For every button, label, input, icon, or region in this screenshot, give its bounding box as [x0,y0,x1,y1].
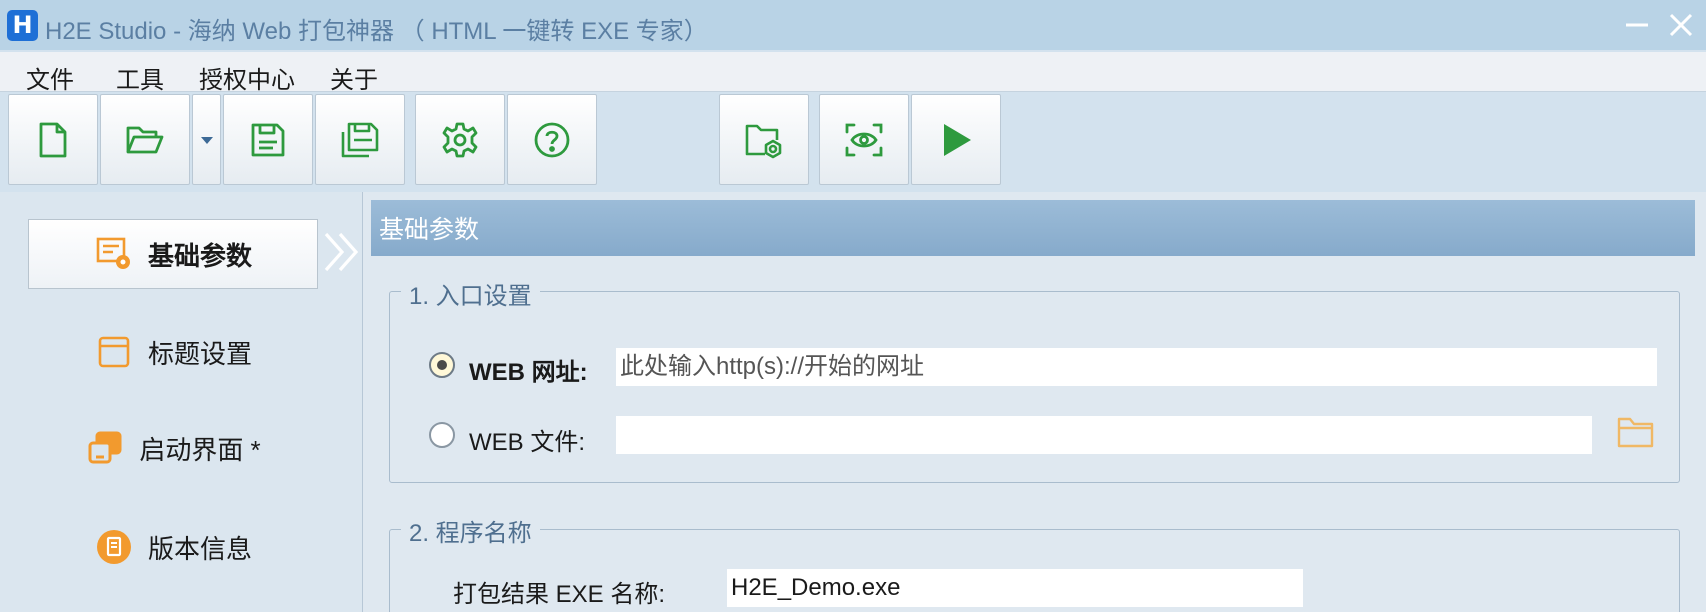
close-icon [1669,13,1693,37]
dropdown-arrow-icon [200,136,213,144]
open-recent-dropdown[interactable] [192,94,221,185]
menu-license-center[interactable]: 授权中心 [199,60,295,95]
save-icon [251,123,285,156]
open-button[interactable] [100,94,190,185]
run-play-icon [944,123,971,156]
save-as-icon [341,122,379,157]
help-icon [534,122,570,157]
web-url-radio[interactable] [429,352,455,378]
toolbar [0,92,1706,188]
nav-label-version-info: 版本信息 [147,533,252,564]
section-header: 基础参数 [371,200,1695,256]
web-file-radio[interactable] [429,422,455,448]
nav-item-title-settings[interactable]: 标题设置 [28,317,318,387]
nav-item-basic-params[interactable]: 基础参数 [28,219,318,289]
nav-item-version-info[interactable]: 版本信息 [28,512,318,582]
new-file-icon [39,122,67,157]
browse-folder-button[interactable] [1616,414,1656,450]
open-folder-icon [126,126,164,153]
new-button[interactable] [8,94,98,185]
nav-item-splash-screen[interactable]: 启动界面 * [28,413,318,483]
window-title: H2E Studio - 海纳 Web 打包神器 （ HTML 一键转 EXE … [45,18,708,45]
basic-params-icon [94,234,134,274]
exe-name-input[interactable] [727,569,1303,607]
help-button[interactable] [507,94,597,185]
minimize-button[interactable] [1620,8,1654,42]
save-button[interactable] [223,94,313,185]
window-title-icon [94,332,134,372]
web-file-input[interactable] [616,416,1592,454]
app-logo: H [7,10,38,41]
settings-gear-icon [442,122,478,157]
preview-button[interactable] [819,94,909,185]
nav-label-splash-screen: 启动界面 * [139,434,261,465]
output-folder-button[interactable] [719,94,809,185]
output-folder-icon [745,124,782,158]
close-button[interactable] [1664,8,1698,42]
save-as-button[interactable] [315,94,405,185]
title-bar: H H2E Studio - 海纳 Web 打包神器 （ HTML 一键转 EX… [0,0,1706,50]
splash-windows-icon [85,428,125,468]
web-file-label: WEB 文件: [469,429,586,456]
nav-label-basic-params: 基础参数 [147,240,252,271]
web-url-input[interactable] [616,348,1657,386]
entry-settings-legend: 1. 入口设置 [401,276,540,311]
version-info-icon [94,527,134,567]
active-nav-chevron-icon [324,232,359,272]
program-name-legend: 2. 程序名称 [401,513,540,548]
folder-icon [1617,417,1654,448]
run-button[interactable] [911,94,1001,185]
minimize-icon [1626,23,1648,27]
menu-file[interactable]: 文件 [26,60,74,95]
web-url-label: WEB 网址: [469,359,588,386]
settings-button[interactable] [415,94,505,185]
exe-name-label: 打包结果 EXE 名称: [453,581,666,608]
menu-bar: 文件 工具 授权中心 关于 [0,52,1706,95]
nav-label-title-settings: 标题设置 [147,338,252,369]
menu-about[interactable]: 关于 [330,60,378,95]
menu-tools[interactable]: 工具 [116,60,164,95]
preview-eye-icon [845,123,883,156]
